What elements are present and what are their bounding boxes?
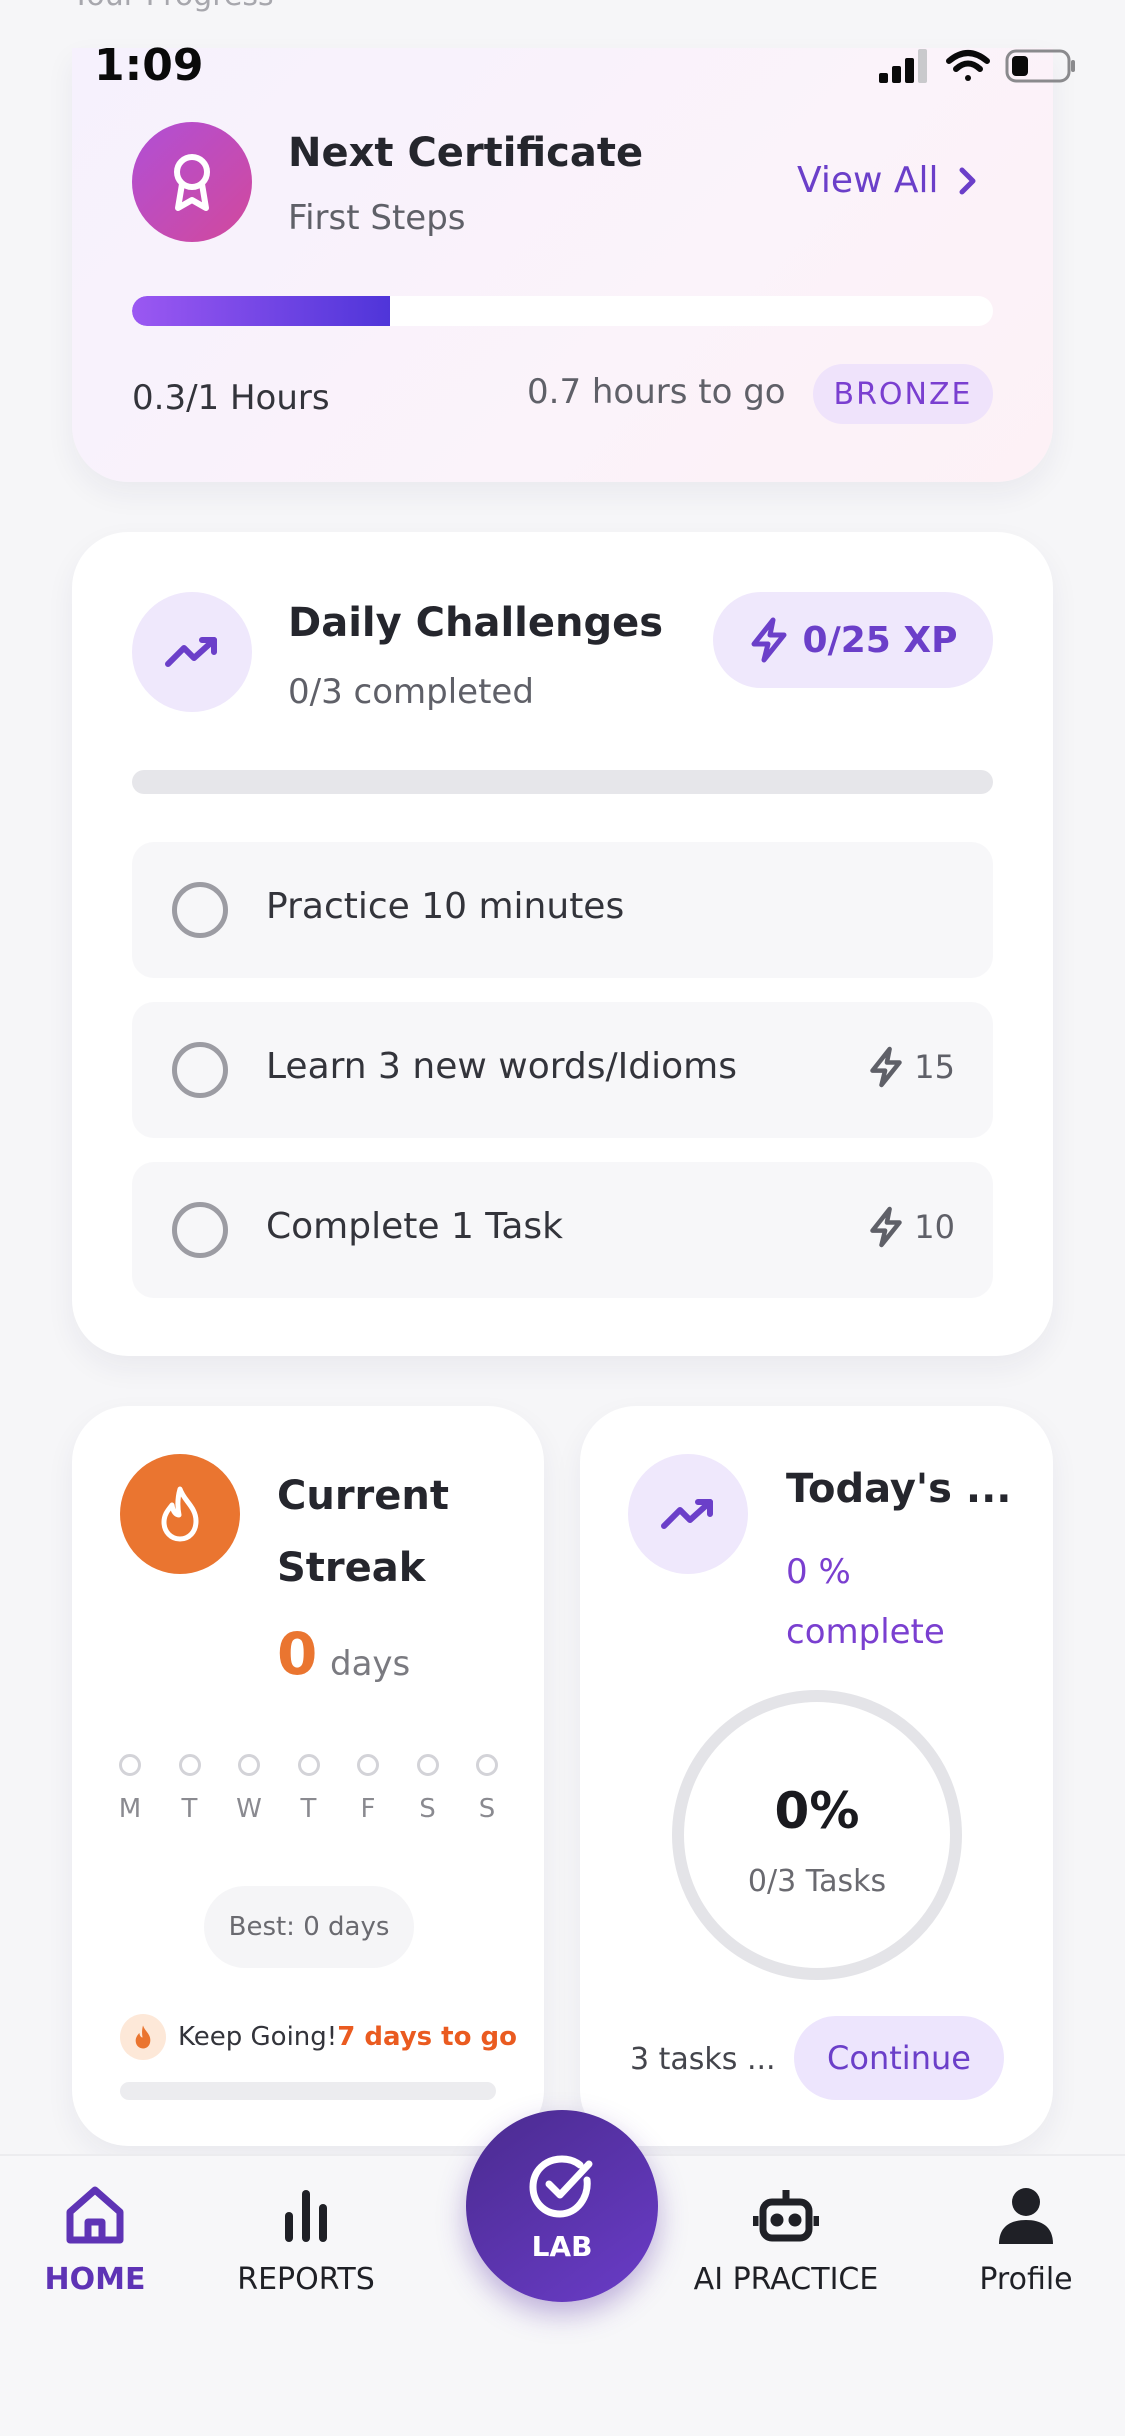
home-icon: [66, 2186, 124, 2244]
bar-chart-icon: [285, 2190, 327, 2242]
certificate-hours-remaining: 0.7 hours to go: [527, 372, 786, 412]
todays-progress-title: Today's ...: [786, 1466, 1012, 1512]
nav-profile[interactable]: Profile: [926, 2182, 1125, 2297]
lightning-icon: [870, 1206, 903, 1248]
certificate-progress-bar: [132, 296, 993, 326]
keep-going-text: Keep Going!: [178, 2022, 338, 2052]
signal-icon: [879, 49, 927, 83]
check-circle-icon: [529, 2155, 593, 2217]
weekday-item: S: [463, 1754, 511, 1824]
weekday-label: S: [478, 1794, 496, 1824]
weekday-label: W: [236, 1794, 262, 1824]
challenge-xp-value: 15: [914, 1048, 955, 1086]
certificate-level-badge: BRONZE: [813, 364, 993, 424]
challenge-item[interactable]: Complete 1 Task 10: [132, 1162, 993, 1298]
daily-challenges-title: Daily Challenges: [288, 600, 664, 646]
streak-title: Current Streak: [277, 1473, 450, 1591]
challenge-item[interactable]: Learn 3 new words/Idioms 15: [132, 1002, 993, 1138]
lightning-icon: [870, 1046, 903, 1088]
wifi-icon: [946, 50, 990, 81]
progress-percent: 0%: [774, 1782, 860, 1840]
certificate-title: Next Certificate: [288, 130, 644, 176]
battery-icon: [1005, 49, 1075, 83]
view-all-link[interactable]: View All: [797, 160, 979, 201]
nav-reports-label: REPORTS: [237, 2262, 375, 2297]
lightning-icon: [751, 617, 787, 663]
weekday-item: W: [225, 1754, 273, 1824]
weekday-label: F: [360, 1794, 376, 1824]
challenge-label: Complete 1 Task: [266, 1206, 563, 1247]
weekday-label: S: [419, 1794, 436, 1824]
weekday-item: T: [285, 1754, 333, 1824]
weekday-dot: [357, 1754, 379, 1776]
daily-challenges-progress-text: 0/3 completed: [288, 672, 534, 712]
next-certificate-card: Next Certificate First Steps View All 0.…: [72, 48, 1053, 482]
weekday-dot: [476, 1754, 498, 1776]
streak-count: 0: [277, 1620, 318, 1688]
certificate-hours: 0.3/1 Hours: [132, 378, 330, 418]
trending-up-icon: [132, 592, 252, 712]
weekday-label: T: [300, 1794, 317, 1824]
nav-ai-practice[interactable]: AI PRACTICE: [686, 2182, 886, 2297]
daily-progress-bar: [132, 770, 993, 794]
weekday-dot: [297, 1754, 320, 1776]
continue-button[interactable]: Continue: [794, 2016, 1004, 2100]
todays-completion-text: 0 % complete: [786, 1552, 945, 1652]
xp-badge: 0/25 XP: [713, 592, 993, 688]
keep-going-message: Keep Going!7 days to go: [120, 2014, 517, 2060]
certificate-progress-fill: [132, 296, 391, 326]
weekday-item: S: [404, 1754, 452, 1824]
lab-label: LAB: [531, 2229, 593, 2263]
certificate-subtitle: First Steps: [288, 198, 466, 238]
status-icons: [879, 48, 1077, 84]
nav-home-label: HOME: [44, 2262, 146, 2297]
xp-value: 0/25 XP: [802, 619, 958, 661]
award-icon: [132, 122, 252, 242]
nav-home[interactable]: HOME: [0, 2182, 195, 2297]
weekday-dot: [238, 1754, 260, 1776]
weekday-dot: [119, 1754, 141, 1776]
streak-unit: days: [330, 1644, 411, 1684]
checkbox-circle[interactable]: [172, 1202, 228, 1258]
checkbox-circle[interactable]: [172, 882, 228, 938]
tasks-remaining-text: 3 tasks ...: [630, 2042, 776, 2077]
streak-progress-bar: [120, 2082, 496, 2100]
challenge-xp: 10: [868, 1206, 955, 1248]
view-all-label: View All: [797, 160, 939, 201]
todays-progress-card: Today's ... 0 % complete 0% 0/3 Tasks 3 …: [580, 1406, 1053, 2146]
challenge-xp: 15: [868, 1046, 955, 1088]
current-streak-card: Current Streak 0 days M T W T F S S Best…: [72, 1406, 544, 2146]
challenge-item[interactable]: Practice 10 minutes: [132, 842, 993, 978]
daily-challenges-card: Daily Challenges 0/3 completed 0/25 XP P…: [72, 532, 1053, 1356]
nav-profile-label: Profile: [979, 2262, 1073, 2297]
weekday-dot: [416, 1754, 439, 1776]
days-to-go-text: 7 days to go: [337, 2022, 517, 2052]
weekday-item: M: [106, 1754, 154, 1824]
checkbox-circle[interactable]: [172, 1042, 228, 1098]
section-title-peek: Your Progress: [72, 0, 274, 13]
weekday-dot: [178, 1754, 201, 1776]
trending-up-icon: [628, 1454, 748, 1574]
weekday-tracker: M T W T F S S: [106, 1754, 511, 1824]
person-icon: [999, 2188, 1053, 2244]
challenge-label: Learn 3 new words/Idioms: [266, 1046, 737, 1087]
flame-icon: [120, 1454, 240, 1574]
chevron-right-icon: [959, 167, 976, 194]
status-time: 1:09: [94, 40, 204, 91]
weekday-item: T: [166, 1754, 214, 1824]
progress-task-count: 0/3 Tasks: [747, 1864, 887, 1899]
nav-reports[interactable]: REPORTS: [206, 2182, 406, 2297]
weekday-label: T: [181, 1794, 198, 1824]
lab-button[interactable]: LAB: [466, 2110, 658, 2302]
weekday-item: F: [344, 1754, 392, 1824]
weekday-label: M: [118, 1794, 142, 1824]
robot-icon: [753, 2190, 819, 2242]
challenge-label: Practice 10 minutes: [266, 886, 625, 927]
nav-ai-practice-label: AI PRACTICE: [693, 2262, 879, 2297]
best-streak-badge: Best: 0 days: [204, 1886, 414, 1968]
flame-small-icon: [120, 2014, 166, 2060]
challenge-xp-value: 10: [914, 1208, 955, 1246]
